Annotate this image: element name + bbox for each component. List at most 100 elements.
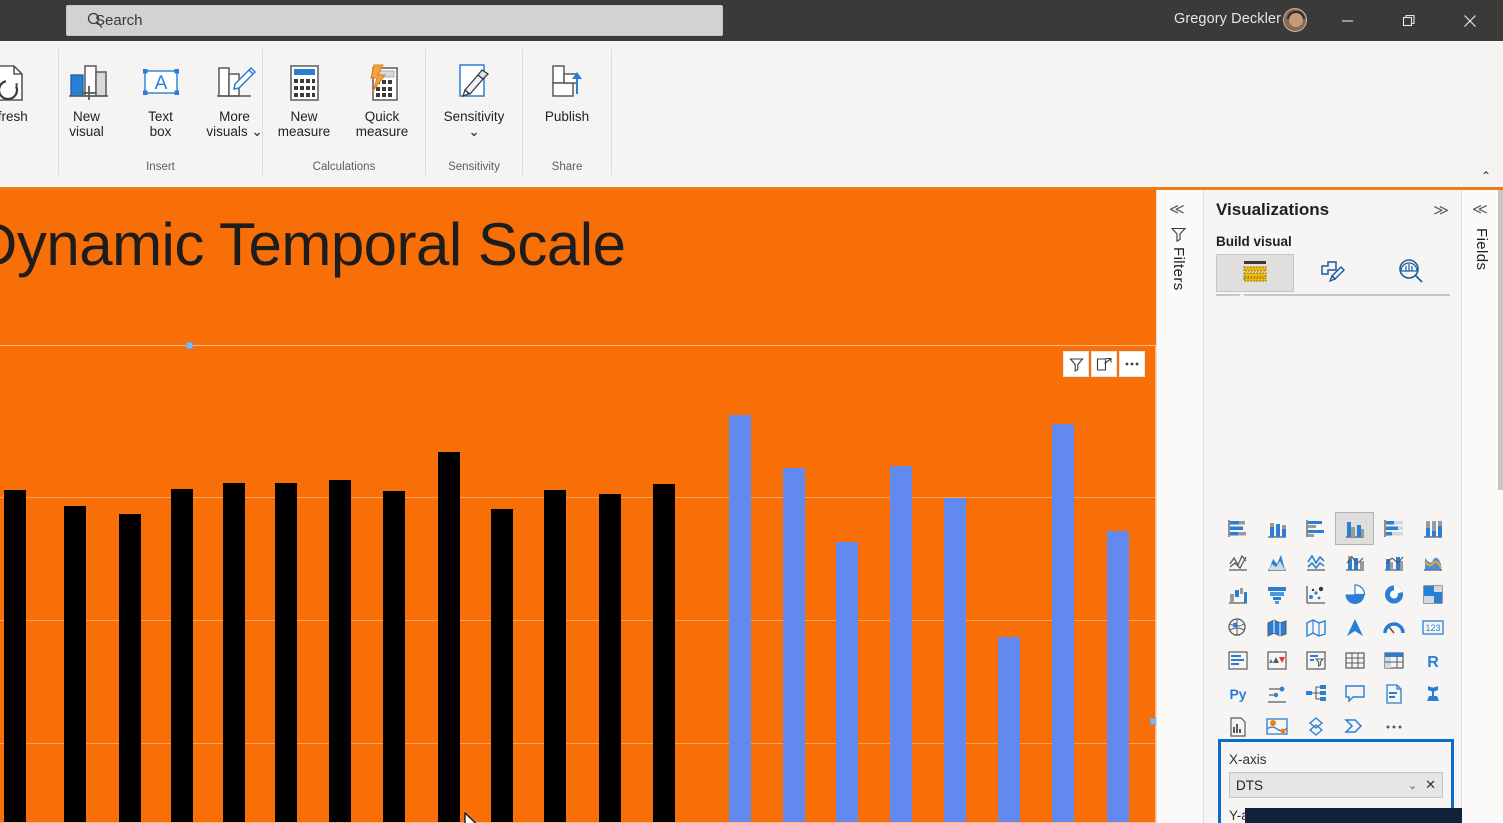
- maximize-restore-button[interactable]: [1386, 0, 1432, 41]
- line-stacked-column-chart-icon[interactable]: [1335, 545, 1374, 578]
- more-visuals-button[interactable]: More visuals ⌄: [198, 49, 272, 153]
- scatter-chart-icon[interactable]: [1296, 578, 1335, 611]
- stacked-area-chart-icon[interactable]: [1296, 545, 1335, 578]
- collapse-ribbon-button[interactable]: ⌃: [1481, 169, 1491, 183]
- key-influencers-icon[interactable]: [1257, 677, 1296, 710]
- new-visual-button[interactable]: New visual: [50, 49, 124, 153]
- sensitivity-dropdown-caret[interactable]: ⌄: [468, 124, 479, 139]
- table-icon[interactable]: [1335, 644, 1374, 677]
- expand-filters-chevron-icon[interactable]: ≪: [1169, 200, 1185, 218]
- stacked-column-chart-icon[interactable]: [1257, 512, 1296, 545]
- paginated-report-icon[interactable]: [1413, 677, 1452, 710]
- filled-map-icon[interactable]: [1257, 611, 1296, 644]
- page-title: Dynamic Temporal Scale: [0, 211, 626, 278]
- ribbon-chart-icon[interactable]: [1413, 545, 1452, 578]
- map-icon[interactable]: [1218, 611, 1257, 644]
- slicer-icon[interactable]: [1296, 644, 1335, 677]
- area-chart-icon[interactable]: [1257, 545, 1296, 578]
- collapse-visualizations-chevron-icon[interactable]: ≫: [1433, 201, 1449, 219]
- chart-bar[interactable]: [275, 483, 297, 822]
- gauge-icon[interactable]: [1374, 611, 1413, 644]
- python-visual-icon[interactable]: Py: [1218, 677, 1257, 710]
- matrix-icon[interactable]: [1374, 644, 1413, 677]
- card-number-icon[interactable]: 123: [1413, 611, 1452, 644]
- visual-resize-handle-top[interactable]: [186, 342, 193, 349]
- chart-bar[interactable]: [729, 415, 751, 822]
- chart-plot-area[interactable]: [0, 396, 1155, 822]
- qna-icon[interactable]: [1335, 677, 1374, 710]
- chart-bar[interactable]: [438, 452, 460, 822]
- visualizations-tabs-underline: [1216, 294, 1450, 296]
- chart-bar[interactable]: [329, 480, 351, 822]
- azure-map-icon[interactable]: [1335, 611, 1374, 644]
- chart-bar[interactable]: [653, 484, 675, 822]
- visual-filter-button[interactable]: [1063, 351, 1089, 377]
- decomposition-tree-icon[interactable]: [1296, 677, 1335, 710]
- search-input[interactable]: Search: [66, 5, 723, 36]
- new-measure-line1: New: [290, 109, 318, 124]
- chart-bar[interactable]: [836, 542, 858, 822]
- format-visual-tab[interactable]: [1294, 254, 1372, 292]
- quick-measure-icon: [360, 57, 404, 109]
- donut-chart-icon[interactable]: [1374, 578, 1413, 611]
- pie-chart-icon[interactable]: [1335, 578, 1374, 611]
- chart-bar[interactable]: [544, 490, 566, 822]
- multi-row-card-icon[interactable]: [1218, 644, 1257, 677]
- chart-bar[interactable]: [4, 490, 26, 822]
- chart-bar[interactable]: [1107, 531, 1129, 822]
- filters-pane-collapsed[interactable]: ≪ Filters: [1156, 190, 1204, 823]
- waterfall-chart-icon[interactable]: [1218, 578, 1257, 611]
- clustered-column-chart-visual[interactable]: [0, 345, 1156, 823]
- svg-text:123: 123: [1425, 623, 1440, 633]
- mouse-cursor: [463, 812, 489, 823]
- chart-bar[interactable]: [171, 489, 193, 822]
- build-visual-tab[interactable]: [1216, 254, 1294, 292]
- avatar[interactable]: [1283, 8, 1307, 32]
- chevron-down-icon[interactable]: ⌄: [1408, 779, 1417, 792]
- clustered-column-chart-icon[interactable]: [1335, 512, 1374, 545]
- analytics-tab[interactable]: [1372, 254, 1450, 292]
- quick-measure-line1: Quick: [364, 109, 400, 124]
- minimize-button[interactable]: [1324, 0, 1370, 41]
- quick-measure-button[interactable]: Quick measure: [342, 49, 422, 153]
- r-script-visual-icon[interactable]: R: [1413, 644, 1452, 677]
- visual-more-options-button[interactable]: [1119, 351, 1145, 377]
- chart-bar[interactable]: [998, 637, 1020, 822]
- stacked-bar-chart-icon[interactable]: [1218, 512, 1257, 545]
- line-chart-icon[interactable]: [1218, 545, 1257, 578]
- smart-narrative-icon[interactable]: [1374, 677, 1413, 710]
- chart-bar[interactable]: [1052, 424, 1074, 822]
- expand-fields-chevron-icon[interactable]: ≪: [1472, 200, 1488, 218]
- text-box-button[interactable]: A Text box: [124, 49, 198, 153]
- visualizations-pane[interactable]: Visualizations ≫ Build visual 123 R Py X…: [1204, 190, 1462, 823]
- chart-bar[interactable]: [119, 514, 141, 822]
- 100-stacked-bar-chart-icon[interactable]: [1374, 512, 1413, 545]
- chart-bar[interactable]: [783, 468, 805, 822]
- remove-field-x-axis-icon[interactable]: ✕: [1425, 777, 1436, 793]
- vertical-scrollbar-thumb[interactable]: [1498, 190, 1503, 490]
- treemap-icon[interactable]: [1413, 578, 1452, 611]
- funnel-chart-icon[interactable]: [1257, 578, 1296, 611]
- chart-bar[interactable]: [599, 494, 621, 822]
- 100-stacked-column-chart-icon[interactable]: [1413, 512, 1452, 545]
- kpi-icon[interactable]: [1257, 644, 1296, 677]
- close-button[interactable]: [1447, 0, 1493, 41]
- sensitivity-button[interactable]: Sensitivity ⌄: [426, 49, 523, 153]
- chart-bar[interactable]: [890, 466, 912, 822]
- visual-focus-button[interactable]: [1091, 351, 1117, 377]
- chart-bar[interactable]: [64, 506, 86, 822]
- report-canvas[interactable]: Dynamic Temporal Scale: [0, 190, 1157, 823]
- line-clustered-column-chart-icon[interactable]: [1374, 545, 1413, 578]
- well-field-x-axis[interactable]: DTS ⌄ ✕: [1229, 772, 1443, 798]
- fields-pane-collapsed[interactable]: ≪ Fields: [1462, 190, 1503, 823]
- chart-bar[interactable]: [944, 498, 966, 822]
- publish-button[interactable]: Publish: [523, 49, 612, 153]
- visual-type-gallery[interactable]: 123 R Py: [1218, 512, 1454, 743]
- chart-bar[interactable]: [491, 509, 513, 822]
- shape-map-icon[interactable]: [1296, 611, 1335, 644]
- ribbon-group-calculations: New measure Quick measure Calculations: [263, 49, 426, 175]
- chart-bar[interactable]: [223, 483, 245, 822]
- clustered-bar-chart-icon[interactable]: [1296, 512, 1335, 545]
- chart-bar[interactable]: [383, 491, 405, 822]
- new-measure-button[interactable]: New measure: [266, 49, 342, 153]
